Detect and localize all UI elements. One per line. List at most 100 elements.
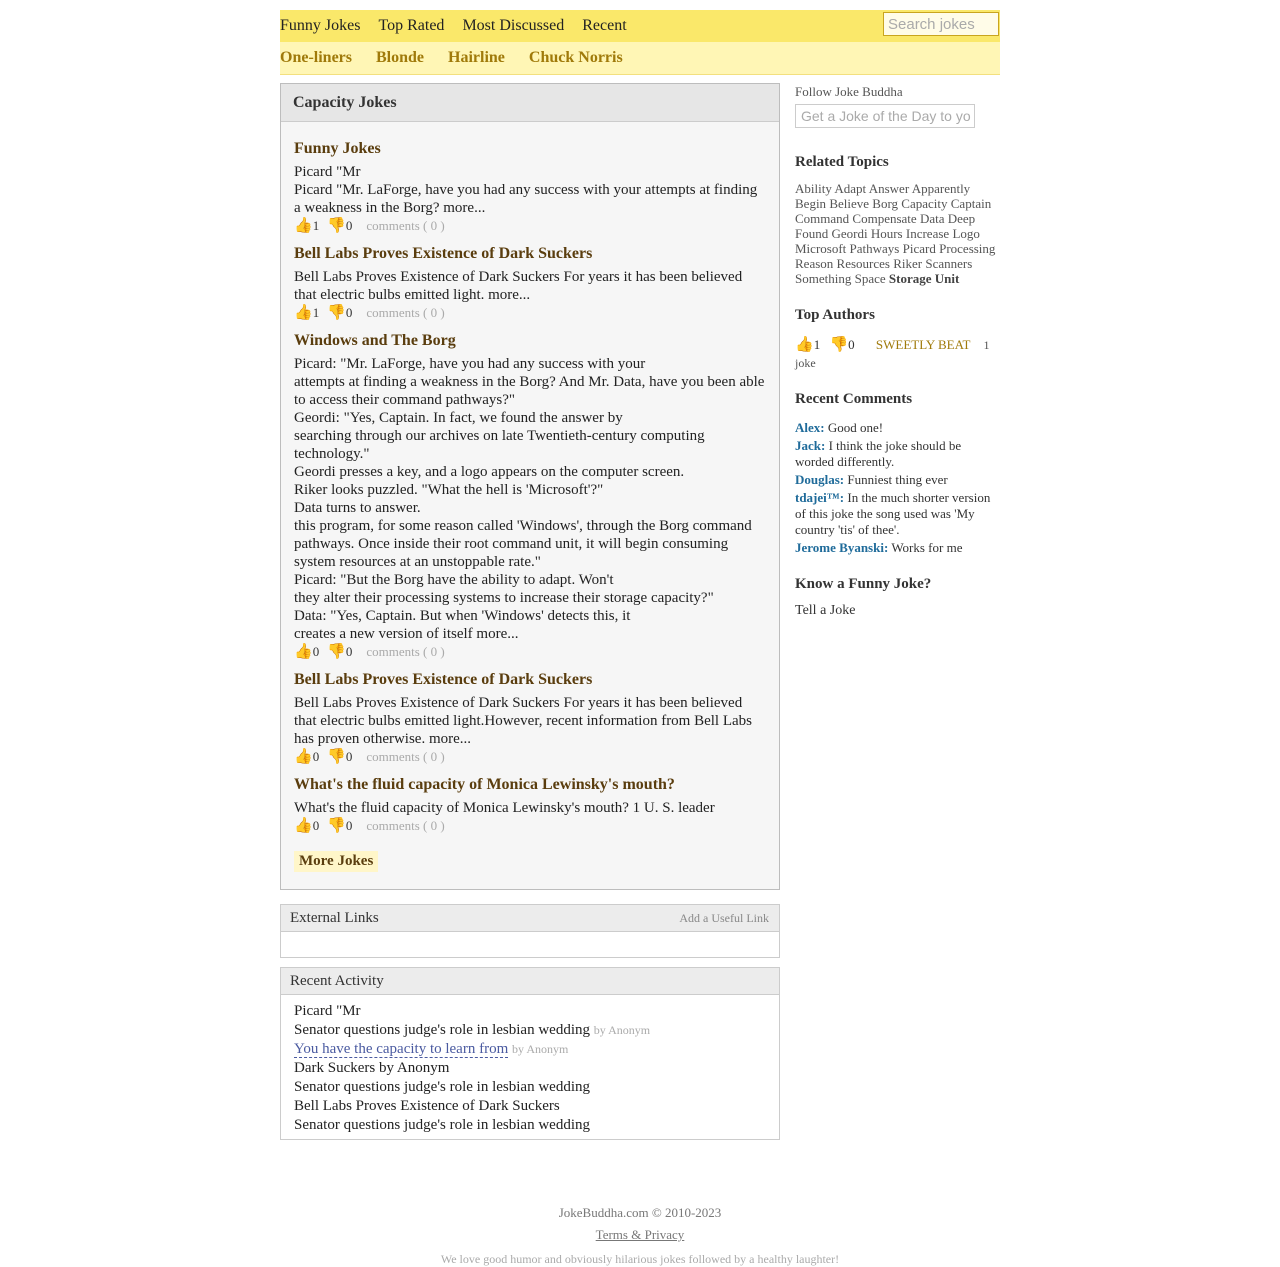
joke-text: Picard "Mr: [294, 164, 361, 180]
activity-text: Bell Labs Proves Existence of Dark Sucke…: [294, 1098, 560, 1114]
activity-item: Senator questions judge's role in lesbia…: [294, 1021, 766, 1040]
nav-recent[interactable]: Recent: [582, 10, 626, 42]
comments-link[interactable]: comments ( 0 ): [366, 818, 444, 833]
topic-link[interactable]: Hours: [871, 226, 903, 241]
related-topics-title: Related Topics: [795, 154, 889, 170]
comment-author-link[interactable]: Alex:: [795, 420, 825, 435]
comment-author-link[interactable]: tdajei™:: [795, 490, 844, 505]
tell-joke-link[interactable]: Tell a Joke: [795, 603, 1000, 619]
topic-link[interactable]: Captain: [951, 196, 991, 211]
follow-label: Follow Joke Buddha: [795, 84, 903, 99]
thumbs-down-icon[interactable]: 👎: [327, 818, 346, 834]
joke-title-link[interactable]: Bell Labs Proves Existence of Dark Sucke…: [294, 671, 766, 689]
activity-link[interactable]: You have the capacity to learn from: [294, 1041, 509, 1058]
external-links-title: External Links: [290, 910, 379, 926]
comment-author-link[interactable]: Jack:: [795, 438, 825, 453]
topic-link[interactable]: Compensate: [852, 211, 916, 226]
topic-link[interactable]: Storage Unit: [889, 271, 959, 286]
topic-link[interactable]: Adapt: [834, 181, 866, 196]
thumbs-down-icon[interactable]: 👎: [327, 305, 346, 321]
category-blonde[interactable]: Blonde: [376, 49, 424, 67]
topic-link[interactable]: Picard: [903, 241, 936, 256]
joke-title-link[interactable]: Bell Labs Proves Existence of Dark Sucke…: [294, 245, 766, 263]
activity-text: Senator questions judge's role in lesbia…: [294, 1117, 590, 1133]
thumbs-up-icon[interactable]: 👍: [294, 644, 313, 660]
down-count: 0: [345, 644, 353, 659]
nav-most-discussed[interactable]: Most Discussed: [462, 10, 564, 42]
activity-text: Dark Suckers by Anonym: [294, 1060, 450, 1076]
footer: JokeBuddha.com © 2010-2023 Terms & Priva…: [0, 1205, 1280, 1267]
topic-link[interactable]: Begin: [795, 196, 826, 211]
author-down-count: 0: [848, 337, 855, 352]
comment-text[interactable]: Funniest thing ever: [847, 472, 947, 487]
comments-link[interactable]: comments ( 0 ): [366, 305, 444, 320]
topic-link[interactable]: Processing: [939, 241, 995, 256]
comments-link[interactable]: comments ( 0 ): [366, 749, 444, 764]
external-links-panel: External Links Add a Useful Link: [280, 904, 780, 958]
topic-link[interactable]: Microsoft: [795, 241, 846, 256]
topic-link[interactable]: Reason: [795, 256, 833, 271]
joke-text: Picard "Mr. LaForge, have you had any su…: [294, 182, 758, 216]
topic-link[interactable]: Pathways: [850, 241, 900, 256]
up-count: 1: [312, 218, 320, 233]
topic-link[interactable]: Answer: [869, 181, 909, 196]
topic-link[interactable]: Apparently: [912, 181, 970, 196]
comment-item: Douglas: Funniest thing ever: [795, 472, 1000, 488]
down-count: 0: [345, 749, 353, 764]
joke-text: they alter their processing systems to i…: [294, 590, 714, 606]
thumbs-up-icon[interactable]: 👍: [294, 305, 313, 321]
search-input[interactable]: Search jokes: [883, 12, 999, 36]
topic-link[interactable]: Ability: [795, 181, 832, 196]
category-chuck-norris[interactable]: Chuck Norris: [529, 49, 623, 67]
comment-author-link[interactable]: Douglas:: [795, 472, 844, 487]
comments-link[interactable]: comments ( 0 ): [366, 644, 444, 659]
comments-link[interactable]: comments ( 0 ): [366, 218, 444, 233]
thumbs-down-icon[interactable]: 👎: [327, 644, 346, 660]
vote-bar: 👍0 👎0 comments ( 0 ): [294, 643, 766, 661]
thumbs-down-icon[interactable]: 👎: [327, 749, 346, 765]
author-name-link[interactable]: SWEETLY BEAT: [876, 337, 970, 352]
thumbs-up-icon[interactable]: 👍: [795, 337, 814, 353]
primary-nav: Funny Jokes Top Rated Most Discussed Rec…: [280, 10, 1000, 42]
topic-link[interactable]: Found: [795, 226, 828, 241]
comment-author-link[interactable]: Jerome Byanski:: [795, 540, 888, 555]
nav-top-rated[interactable]: Top Rated: [378, 10, 444, 42]
joke-item: Bell Labs Proves Existence of Dark Sucke…: [281, 671, 779, 766]
topic-link[interactable]: Something: [795, 271, 851, 286]
add-link-button[interactable]: Add a Useful Link: [679, 905, 769, 931]
thumbs-down-icon[interactable]: 👎: [327, 218, 346, 234]
thumbs-up-icon[interactable]: 👍: [294, 818, 313, 834]
category-hairline[interactable]: Hairline: [448, 49, 505, 67]
topic-link[interactable]: Resources: [837, 256, 890, 271]
joke-title-link[interactable]: Funny Jokes: [294, 140, 766, 158]
topic-link[interactable]: Capacity: [901, 196, 947, 211]
joke-item: Windows and The Borg Picard: "Mr. LaForge…: [281, 332, 779, 661]
comment-text[interactable]: Good one!: [828, 420, 883, 435]
nav-funny-jokes[interactable]: Funny Jokes: [280, 10, 360, 42]
thumbs-up-icon[interactable]: 👍: [294, 749, 313, 765]
category-nav: One-liners Blonde Hairline Chuck Norris: [280, 42, 1000, 75]
topic-link[interactable]: Believe: [829, 196, 869, 211]
terms-privacy-link[interactable]: Terms & Privacy: [0, 1227, 1280, 1243]
topic-link[interactable]: Space: [855, 271, 886, 286]
top-authors-title: Top Authors: [795, 307, 875, 323]
topic-link[interactable]: Logo: [952, 226, 979, 241]
topic-link[interactable]: Geordi: [831, 226, 867, 241]
category-one-liners[interactable]: One-liners: [280, 49, 352, 67]
topic-link[interactable]: Borg: [872, 196, 898, 211]
topic-link[interactable]: Increase: [906, 226, 949, 241]
comment-text[interactable]: Works for me: [891, 540, 962, 555]
topic-link[interactable]: Scanners: [925, 256, 972, 271]
topic-link[interactable]: Riker: [893, 256, 922, 271]
thumbs-up-icon[interactable]: 👍: [294, 218, 313, 234]
joke-text: Data turns to answer.: [294, 500, 421, 516]
joke-title-link[interactable]: Windows and The Borg: [294, 332, 766, 350]
more-jokes-button[interactable]: More Jokes: [294, 851, 379, 872]
topic-link[interactable]: Command: [795, 211, 849, 226]
topic-link[interactable]: Data: [920, 211, 945, 226]
joke-text: searching through our archives on late T…: [294, 428, 705, 462]
thumbs-down-icon[interactable]: 👎: [829, 337, 848, 353]
topic-link[interactable]: Deep: [948, 211, 975, 226]
follow-email-input[interactable]: Get a Joke of the Day to yo: [795, 104, 975, 128]
joke-title-link[interactable]: What's the fluid capacity of Monica Lewi…: [294, 776, 766, 794]
